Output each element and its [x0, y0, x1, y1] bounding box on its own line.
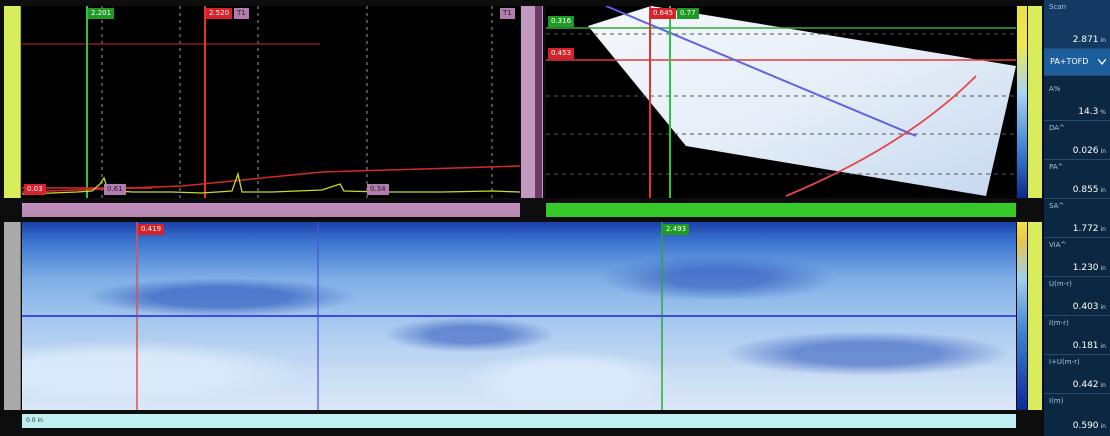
cscan-colorbar[interactable]: [1017, 222, 1027, 410]
readout-iu-m-r[interactable]: I+U(m-r) 0.442 in: [1044, 355, 1110, 394]
sector-colorbar[interactable]: [1017, 6, 1027, 198]
sector-plot[interactable]: 0.316 0.645 0.77 0.453: [546, 6, 1016, 198]
cscan-green-label[interactable]: 2.493: [663, 224, 690, 235]
readout-a-percent[interactable]: A% 14.3%: [1044, 82, 1110, 121]
sector-green-label[interactable]: 0.316: [548, 16, 575, 27]
readout-via[interactable]: ViA^ 1.230 in: [1044, 238, 1110, 277]
readout-scan[interactable]: Scan 2.871 in: [1044, 0, 1110, 49]
cscan-vertical-ruler[interactable]: [4, 222, 21, 410]
ascan-vertical-ruler[interactable]: [4, 6, 21, 198]
ascan-gate-left-label[interactable]: 0.03: [24, 184, 46, 195]
mode-select-label: PA+TOFD: [1050, 57, 1089, 66]
readout-label: SA^: [1049, 202, 1065, 210]
ascan-red-cursor-label[interactable]: 2.520: [206, 8, 233, 19]
readout-value: 0.855 in: [1072, 185, 1106, 195]
cscan-ruler-first-label: 0.0 in: [26, 417, 43, 424]
cscan-red-label[interactable]: 0.419: [138, 224, 165, 235]
readout-label: A%: [1049, 85, 1061, 93]
readout-label: I+U(m-r): [1049, 358, 1080, 366]
readout-value: 0.181 in: [1072, 341, 1106, 351]
readout-value: 0.590 in: [1072, 421, 1106, 431]
cscan-plot[interactable]: 0.419 2.493: [22, 222, 1016, 410]
ascan-horizontal-ruler[interactable]: [22, 203, 520, 217]
sector-scan-image: [546, 6, 1016, 198]
readout-pa[interactable]: PA^ 0.855 in: [1044, 160, 1110, 199]
sector-red-left-label[interactable]: 0.453: [548, 48, 575, 59]
readout-i-m-r[interactable]: I(m-r) 0.181 in: [1044, 316, 1110, 355]
ascan-green-cursor-label[interactable]: 2.201: [88, 8, 115, 19]
sector-green2-label[interactable]: 0.77: [677, 8, 699, 19]
readout-panel: Scan 2.871 in PA+TOFD A% 14.3% DA^ 0.026 i…: [1044, 0, 1110, 436]
ascan-t1-right-label[interactable]: T1: [500, 8, 515, 19]
sector-colorbar-ruler: [1028, 6, 1042, 198]
readout-scan-label: Scan: [1049, 3, 1067, 11]
ascan-t1-label[interactable]: T1: [234, 8, 249, 19]
readout-label: ViA^: [1049, 241, 1067, 249]
readout-label: I(m): [1049, 397, 1064, 405]
ascan-gate-right-label[interactable]: 0.34: [367, 184, 389, 195]
readout-u-m-r[interactable]: U(m-r) 0.403 in: [1044, 277, 1110, 316]
sector-red-top-label[interactable]: 0.645: [650, 8, 677, 19]
ascan-plot[interactable]: 2.201 2.520 T1 T1 0.03 0.61 0.34: [22, 6, 520, 198]
ascan-side-ruler-bar: [535, 6, 542, 198]
cscan-overlay: [22, 222, 1016, 410]
mode-select-button[interactable]: PA+TOFD: [1044, 49, 1110, 76]
readout-value: 1.772 in: [1072, 224, 1106, 234]
readout-i-m[interactable]: I(m) 0.590 in: [1044, 394, 1110, 434]
cscan-colorbar-ruler: [1028, 222, 1042, 410]
ascan-graph: [22, 6, 520, 198]
readout-value: 14.3%: [1078, 107, 1106, 117]
chevron-down-icon: [1098, 59, 1106, 65]
readout-sa[interactable]: SA^ 1.772 in: [1044, 199, 1110, 238]
readout-value: 0.026 in: [1072, 146, 1106, 156]
readout-value: 1.230 in: [1072, 263, 1106, 273]
readout-da[interactable]: DA^ 0.026 in: [1044, 121, 1110, 160]
ascan-gate-mid-label[interactable]: 0.61: [104, 184, 126, 195]
readout-label: I(m-r): [1049, 319, 1069, 327]
readout-label: U(m-r): [1049, 280, 1072, 288]
readout-scan-value: 2.871 in: [1072, 35, 1106, 45]
cscan-horizontal-ruler[interactable]: 0.0 in: [22, 414, 1016, 428]
readout-value: 0.403 in: [1072, 302, 1106, 312]
readout-value: 0.442 in: [1072, 380, 1106, 390]
readout-label: PA^: [1049, 163, 1064, 171]
readout-label: DA^: [1049, 124, 1065, 132]
sector-horizontal-ruler[interactable]: [546, 203, 1016, 217]
